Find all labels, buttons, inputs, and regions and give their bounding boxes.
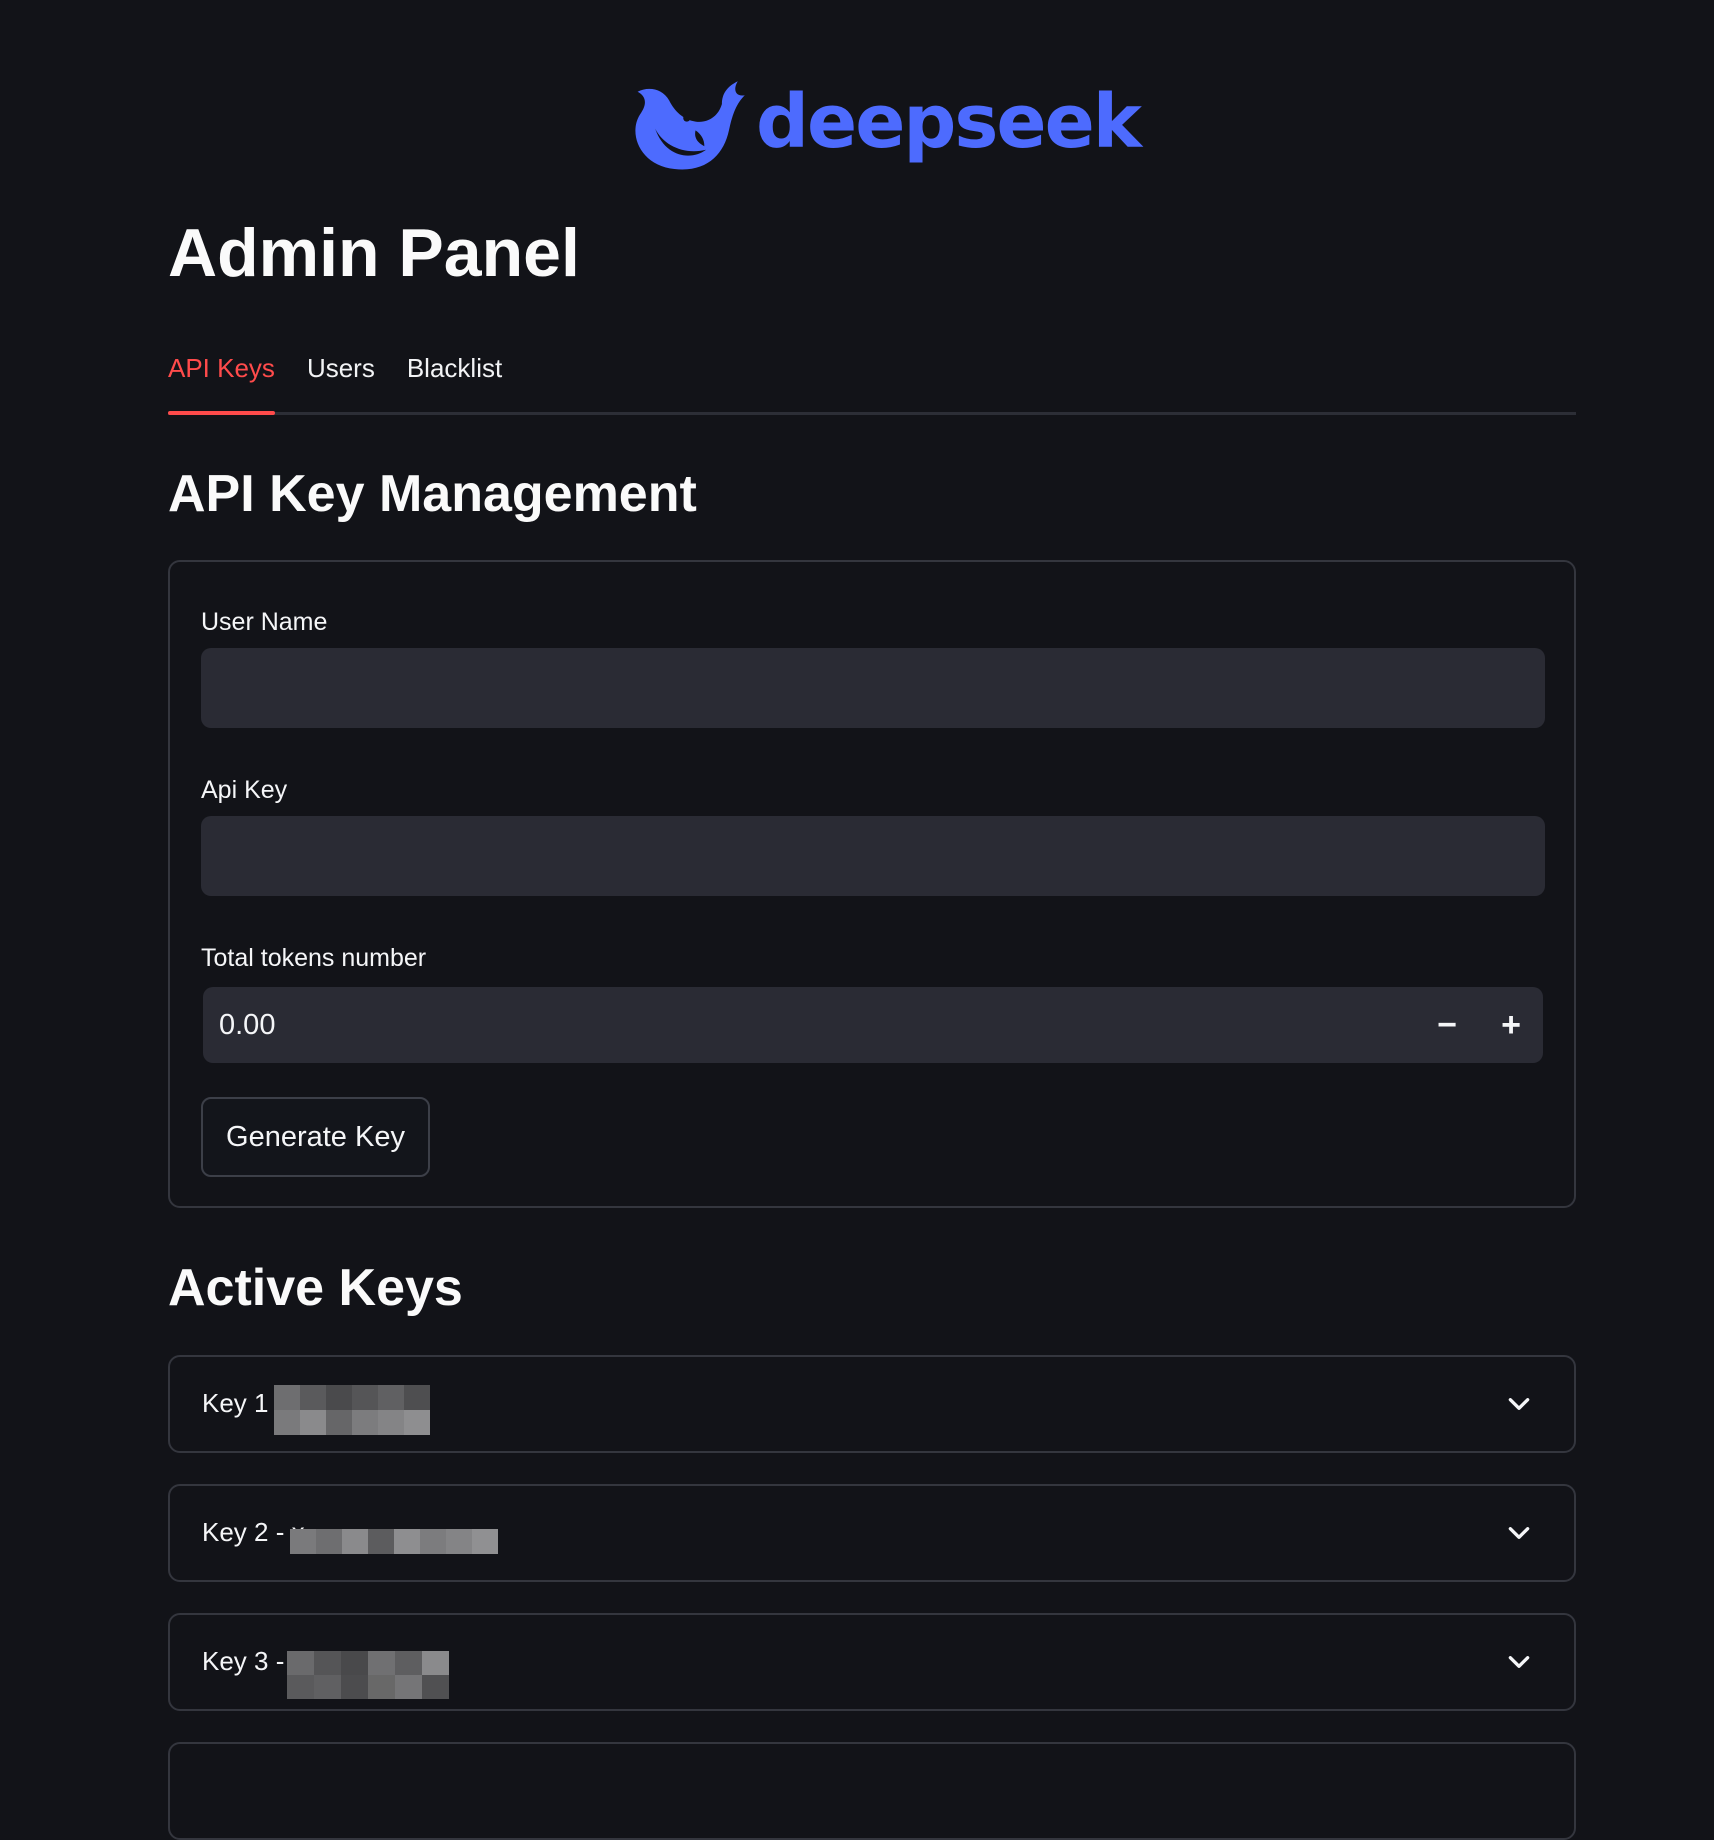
key-expander-4[interactable] [168, 1742, 1576, 1840]
deepseek-logo: deepseek [620, 70, 1142, 182]
key-expander-1[interactable]: Key 1 - [168, 1355, 1576, 1453]
api-key-form: User Name Api Key Total tokens number 0.… [168, 560, 1576, 1208]
chevron-down-icon[interactable] [1506, 1520, 1532, 1546]
redacted-key-1 [274, 1385, 430, 1435]
page-title: Admin Panel [168, 215, 580, 291]
api-key-management-title: API Key Management [168, 465, 697, 523]
chevron-down-icon[interactable] [1506, 1391, 1532, 1417]
tokens-value[interactable]: 0.00 [203, 1009, 1415, 1042]
chevron-down-icon[interactable] [1506, 1649, 1532, 1675]
key-label-3: Key 3 - [202, 1646, 285, 1676]
api-key-input[interactable] [201, 816, 1545, 896]
tokens-label: Total tokens number [201, 944, 427, 972]
increment-button[interactable]: + [1479, 987, 1543, 1063]
tab-blacklist[interactable]: Blacklist [407, 342, 502, 412]
tab-bar: API Keys Users Blacklist [168, 342, 1576, 415]
user-name-input[interactable] [201, 648, 1545, 728]
tokens-number-input[interactable]: 0.00 − + [203, 987, 1543, 1063]
redacted-key-3 [287, 1651, 449, 1699]
tab-users[interactable]: Users [307, 342, 375, 412]
logo-text: deepseek [756, 79, 1142, 165]
user-name-label: User Name [201, 608, 328, 636]
api-key-label: Api Key [201, 776, 288, 804]
redacted-key-2 [290, 1529, 498, 1554]
key-expander-2[interactable]: Key 2 - x [168, 1484, 1576, 1582]
active-keys-title: Active Keys [168, 1259, 463, 1317]
whale-icon [635, 81, 745, 170]
key-expander-3[interactable]: Key 3 - [168, 1613, 1576, 1711]
tab-api-keys[interactable]: API Keys [168, 342, 275, 415]
key-label-1: Key 1 - [202, 1388, 285, 1418]
generate-key-button[interactable]: Generate Key [201, 1097, 430, 1177]
decrement-button[interactable]: − [1415, 987, 1479, 1063]
